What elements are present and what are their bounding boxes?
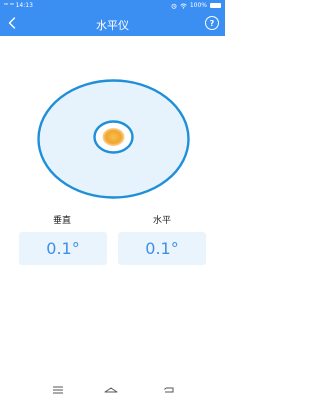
navigation-bar — [0, 380, 225, 400]
signal-icon: ᴴᴰ — [4, 2, 8, 9]
battery-icon — [210, 3, 221, 8]
status-left: ᴴᴰ ᴴᴰ 14:13 — [4, 2, 33, 9]
home-button[interactable] — [104, 384, 118, 396]
home-icon — [104, 387, 118, 393]
status-time: 14:13 — [15, 2, 33, 9]
menu-icon — [53, 386, 63, 394]
signal-icon-2: ᴴᴰ — [9, 2, 14, 9]
status-right: 100% — [171, 2, 221, 9]
menu-button[interactable] — [51, 384, 65, 396]
alarm-icon — [171, 3, 177, 9]
level-bubble — [102, 128, 125, 146]
help-icon: ? — [209, 18, 215, 28]
horizontal-value-card: 0.1° — [118, 232, 206, 265]
header: ᴴᴰ ᴴᴰ 14:13 100% 水平仪 ? — [0, 0, 225, 36]
vertical-label: 垂直 — [52, 216, 71, 226]
horizontal-label: 水平 — [152, 216, 171, 226]
battery-percent: 100% — [189, 2, 207, 9]
page-title: 水平仪 — [96, 19, 129, 32]
vertical-value: 0.1° — [46, 239, 80, 258]
level-disc — [37, 79, 190, 199]
title-bar: 水平仪 ? — [0, 12, 225, 36]
back-icon — [164, 387, 174, 393]
back-nav-button[interactable] — [162, 384, 176, 396]
status-bar: ᴴᴰ ᴴᴰ 14:13 100% — [0, 0, 225, 12]
help-button[interactable]: ? — [205, 16, 219, 30]
horizontal-value: 0.1° — [145, 239, 179, 258]
wifi-icon — [180, 3, 187, 9]
vertical-value-card: 0.1° — [19, 232, 107, 265]
